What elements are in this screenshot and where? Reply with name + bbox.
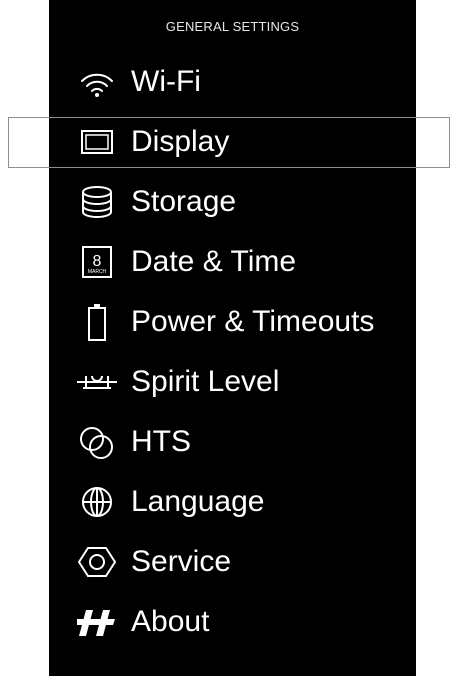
menu-item-label: HTS: [131, 425, 191, 458]
svg-text:MARCH: MARCH: [88, 269, 107, 275]
battery-icon: [77, 302, 117, 342]
hts-icon: [77, 422, 117, 462]
spirit-level-icon: [77, 362, 117, 402]
storage-icon: [77, 182, 117, 222]
menu-item-spirit-level[interactable]: Spirit Level: [49, 352, 416, 412]
calendar-icon: 8 MARCH: [77, 242, 117, 282]
menu-item-wifi[interactable]: Wi-Fi: [49, 52, 416, 112]
page-title: GENERAL SETTINGS: [165, 19, 300, 34]
settings-menu: Wi-Fi Display Storage 8 MARCH Date & Tim…: [49, 52, 416, 652]
menu-item-about[interactable]: About: [49, 592, 416, 652]
menu-item-date-time[interactable]: 8 MARCH Date & Time: [49, 232, 416, 292]
wifi-icon: [77, 62, 117, 102]
menu-item-display[interactable]: Display: [49, 112, 416, 172]
hexagon-icon: [77, 542, 117, 582]
menu-item-label: Storage: [131, 185, 237, 218]
menu-item-label: Power & Timeouts: [131, 305, 375, 338]
hasselblad-logo-icon: [77, 602, 117, 642]
menu-item-label: Display: [131, 125, 230, 158]
menu-item-power-timeouts[interactable]: Power & Timeouts: [49, 292, 416, 352]
menu-item-label: Language: [131, 485, 265, 518]
menu-item-service[interactable]: Service: [49, 532, 416, 592]
settings-panel: GENERAL SETTINGS Wi-Fi Display Storage 8…: [49, 0, 416, 676]
menu-item-label: Wi-Fi: [131, 65, 201, 98]
menu-item-label: Date & Time: [131, 245, 297, 278]
menu-item-label: Spirit Level: [131, 365, 280, 398]
menu-item-label: About: [131, 605, 210, 638]
menu-item-hts[interactable]: HTS: [49, 412, 416, 472]
display-icon: [77, 122, 117, 162]
menu-item-language[interactable]: Language: [49, 472, 416, 532]
menu-item-label: Service: [131, 545, 232, 578]
globe-icon: [77, 482, 117, 522]
menu-item-storage[interactable]: Storage: [49, 172, 416, 232]
svg-text:8: 8: [93, 253, 102, 270]
